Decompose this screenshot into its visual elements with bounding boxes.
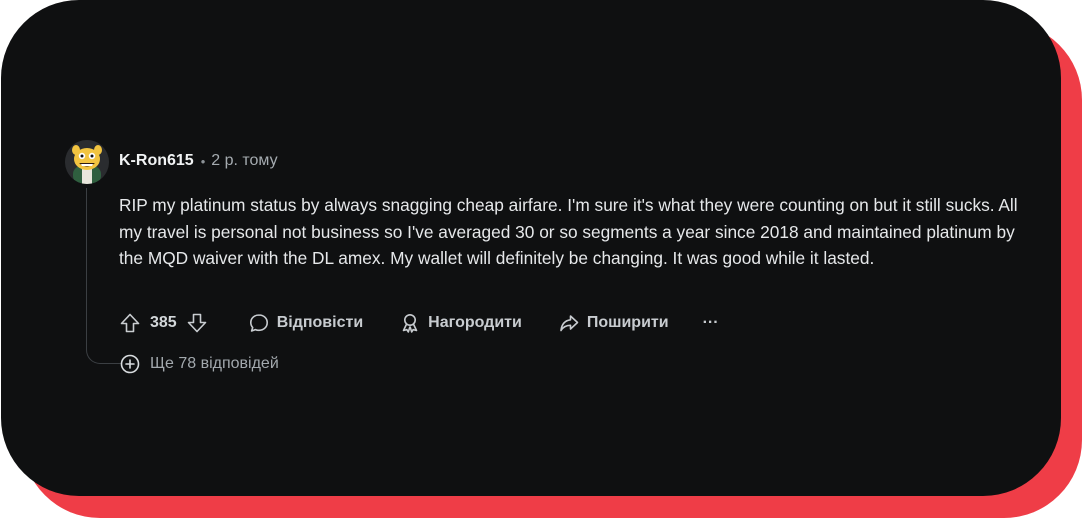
share-button[interactable]: Поширити — [558, 312, 669, 334]
user-avatar[interactable] — [65, 140, 109, 184]
thread-line[interactable] — [86, 188, 121, 364]
downvote-arrow-icon — [187, 313, 207, 333]
more-replies-button[interactable]: Ще 78 відповідей — [119, 352, 279, 376]
plus-circle-icon — [120, 354, 140, 374]
author-name[interactable]: K-Ron615 — [119, 152, 194, 170]
share-arrow-icon — [560, 315, 579, 332]
upvote-button[interactable] — [117, 310, 143, 336]
comment-actions: 385 Відповісти Нагородити Поширити ··· — [117, 310, 719, 336]
speech-bubble-icon — [249, 314, 268, 332]
reply-label: Відповісти — [276, 314, 364, 331]
award-label: Нагородити — [428, 314, 522, 331]
more-options-button[interactable]: ··· — [703, 314, 719, 332]
comment-card: K-Ron615 • 2 р. тому RIP my platinum sta… — [1, 0, 1061, 496]
share-label: Поширити — [586, 314, 669, 331]
award-button[interactable]: Нагородити — [399, 312, 522, 334]
comment-body: RIP my platinum status by always snaggin… — [119, 195, 1018, 268]
snoo-avatar-icon — [65, 140, 109, 184]
downvote-button[interactable] — [184, 310, 210, 336]
reply-button[interactable]: Відповісти — [248, 312, 363, 334]
meta-separator: • — [200, 153, 206, 169]
comment-meta: K-Ron615 • 2 р. тому — [119, 150, 278, 172]
more-replies-label: Ще 78 відповідей — [150, 355, 279, 372]
more-options-label: ··· — [702, 314, 719, 331]
screenshot-stage: K-Ron615 • 2 р. тому RIP my platinum sta… — [0, 0, 1084, 519]
award-ribbon-icon — [402, 314, 418, 333]
vote-score: 385 — [150, 314, 177, 331]
comment-timestamp[interactable]: 2 р. тому — [211, 152, 277, 170]
upvote-arrow-icon — [120, 313, 140, 333]
